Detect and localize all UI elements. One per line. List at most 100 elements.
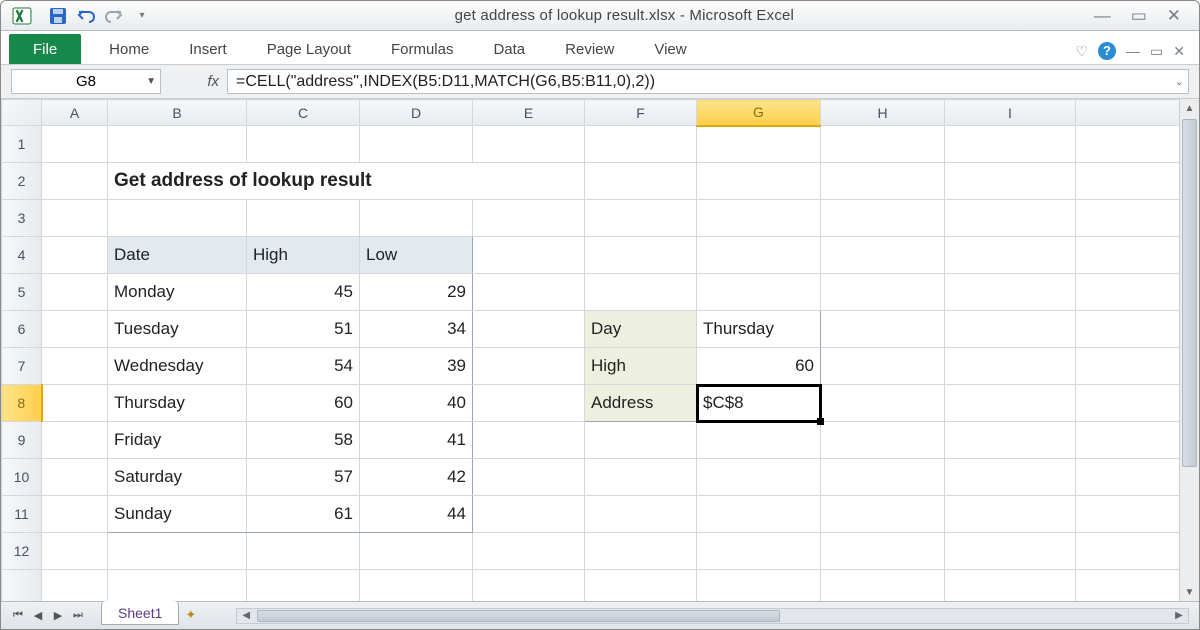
col-header-H[interactable]: H: [821, 100, 945, 126]
redo-icon[interactable]: [101, 5, 127, 27]
lookup-value-address[interactable]: $C$8: [697, 385, 820, 421]
save-icon[interactable]: [45, 5, 71, 27]
prev-sheet-icon[interactable]: ◀: [29, 609, 47, 622]
name-box[interactable]: G8 ▼: [11, 69, 161, 94]
tab-data[interactable]: Data: [473, 34, 545, 64]
cell[interactable]: 42: [360, 459, 472, 495]
lookup-value-day[interactable]: Thursday: [697, 311, 820, 347]
title-cell[interactable]: Get address of lookup result: [108, 163, 584, 199]
tab-review[interactable]: Review: [545, 34, 634, 64]
formula-input[interactable]: =CELL("address",INDEX(B5:D11,MATCH(G6,B5…: [227, 69, 1189, 94]
tab-view[interactable]: View: [634, 34, 706, 64]
col-header-B[interactable]: B: [108, 100, 247, 126]
lookup-label-high[interactable]: High: [585, 348, 696, 384]
row-header-5[interactable]: 5: [2, 274, 42, 311]
row-header-9[interactable]: 9: [2, 422, 42, 459]
cell[interactable]: 34: [360, 311, 472, 347]
next-sheet-icon[interactable]: ▶: [49, 609, 67, 622]
col-header-I[interactable]: I: [945, 100, 1076, 126]
excel-app-icon[interactable]: [9, 5, 35, 27]
cell[interactable]: 54: [247, 348, 359, 384]
qat-customize-icon[interactable]: ▾: [129, 5, 155, 27]
table-header-low[interactable]: Low: [360, 237, 472, 273]
cell[interactable]: 40: [360, 385, 472, 421]
cell[interactable]: Friday: [108, 422, 246, 458]
worksheet-area[interactable]: A B C D E F G H I 1 2 Get address of loo…: [1, 99, 1199, 603]
cell[interactable]: 57: [247, 459, 359, 495]
tab-page-layout[interactable]: Page Layout: [247, 34, 371, 64]
maximize-icon[interactable]: ▭: [1131, 6, 1147, 26]
sheet-tab-sheet1[interactable]: Sheet1: [101, 600, 179, 625]
col-header-C[interactable]: C: [247, 100, 360, 126]
first-sheet-icon[interactable]: ⏮: [9, 609, 27, 622]
scroll-left-icon[interactable]: ◀: [237, 609, 255, 623]
col-header-A[interactable]: A: [42, 100, 108, 126]
cell[interactable]: Sunday: [108, 496, 246, 532]
vertical-scrollbar[interactable]: ▲ ▼: [1179, 99, 1199, 603]
row-header-7[interactable]: 7: [2, 348, 42, 385]
selected-cell-G8[interactable]: $C$8: [697, 385, 821, 422]
col-header-F[interactable]: F: [585, 100, 697, 126]
row-header-8[interactable]: 8: [2, 385, 42, 422]
row-header-2[interactable]: 2: [2, 163, 42, 200]
scroll-right-icon[interactable]: ▶: [1170, 609, 1188, 623]
cell[interactable]: 58: [247, 422, 359, 458]
cell[interactable]: Saturday: [108, 459, 246, 495]
row-header-12[interactable]: 12: [2, 533, 42, 570]
help-icon[interactable]: ?: [1098, 42, 1116, 60]
ribbon-restore-icon[interactable]: ▭: [1150, 43, 1163, 60]
col-header-D[interactable]: D: [360, 100, 473, 126]
row-header-10[interactable]: 10: [2, 459, 42, 496]
row-header-3[interactable]: 3: [2, 200, 42, 237]
cell[interactable]: Monday: [108, 274, 246, 310]
ribbon-options-icon[interactable]: ♡: [1075, 43, 1088, 60]
grid[interactable]: A B C D E F G H I 1 2 Get address of loo…: [1, 99, 1196, 603]
cell[interactable]: 45: [247, 274, 359, 310]
cell[interactable]: 44: [360, 496, 472, 532]
col-header-overflow[interactable]: [1076, 100, 1196, 126]
lookup-value-high[interactable]: 60: [697, 348, 820, 384]
formula-expand-icon[interactable]: ⌄: [1175, 75, 1184, 88]
scroll-up-icon[interactable]: ▲: [1180, 99, 1199, 119]
horizontal-scrollbar[interactable]: ◀ ▶: [236, 608, 1189, 624]
cell[interactable]: 39: [360, 348, 472, 384]
minimize-icon[interactable]: ―: [1094, 6, 1111, 26]
sheet-tab-label: Sheet1: [118, 605, 162, 621]
ribbon-min-icon[interactable]: ―: [1126, 43, 1140, 59]
file-tab[interactable]: File: [9, 34, 81, 64]
cell[interactable]: 61: [247, 496, 359, 532]
cell[interactable]: Thursday: [108, 385, 246, 421]
sheet-nav-buttons[interactable]: ⏮ ◀ ▶ ⏭: [1, 609, 87, 622]
name-box-dropdown-icon[interactable]: ▼: [146, 76, 156, 87]
scroll-thumb[interactable]: [1182, 119, 1197, 467]
cell[interactable]: Tuesday: [108, 311, 246, 347]
fx-label[interactable]: fx: [161, 65, 227, 98]
row-header-11[interactable]: 11: [2, 496, 42, 533]
scroll-down-icon[interactable]: ▼: [1180, 583, 1199, 603]
new-sheet-icon[interactable]: ✦: [185, 607, 196, 623]
lookup-label-address[interactable]: Address: [585, 385, 696, 421]
row-header-6[interactable]: 6: [2, 311, 42, 348]
cell[interactable]: Wednesday: [108, 348, 246, 384]
select-all-corner[interactable]: [2, 100, 42, 126]
close-icon[interactable]: ✕: [1167, 6, 1181, 26]
tab-formulas[interactable]: Formulas: [371, 34, 474, 64]
cell[interactable]: 41: [360, 422, 472, 458]
tab-insert[interactable]: Insert: [169, 34, 247, 64]
ribbon-close-icon[interactable]: ✕: [1173, 43, 1185, 60]
cell[interactable]: 29: [360, 274, 472, 310]
undo-icon[interactable]: [73, 5, 99, 27]
lookup-label-day[interactable]: Day: [585, 311, 696, 347]
cell[interactable]: 51: [247, 311, 359, 347]
row-header-overflow[interactable]: [2, 570, 42, 604]
table-header-high[interactable]: High: [247, 237, 359, 273]
hscroll-thumb[interactable]: [257, 610, 780, 622]
tab-home[interactable]: Home: [89, 34, 169, 64]
last-sheet-icon[interactable]: ⏭: [69, 609, 87, 622]
col-header-E[interactable]: E: [473, 100, 585, 126]
table-header-date[interactable]: Date: [108, 237, 246, 273]
cell[interactable]: 60: [247, 385, 359, 421]
row-header-1[interactable]: 1: [2, 126, 42, 163]
col-header-G[interactable]: G: [697, 100, 821, 126]
row-header-4[interactable]: 4: [2, 237, 42, 274]
